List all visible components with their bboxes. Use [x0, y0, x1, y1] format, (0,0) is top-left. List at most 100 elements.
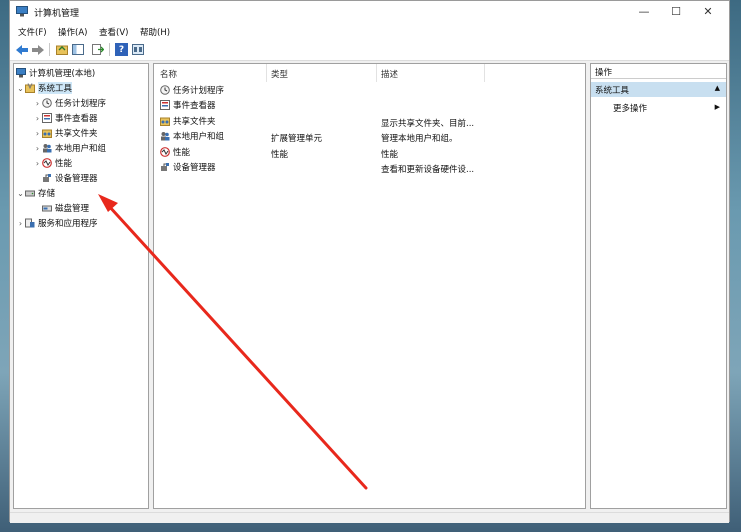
- chevron-down-icon[interactable]: ⌄: [16, 189, 25, 198]
- performance-icon: [160, 147, 170, 157]
- up-folder-icon[interactable]: [55, 43, 68, 56]
- toolbar-separator: [109, 43, 110, 56]
- chevron-down-icon[interactable]: ⌄: [16, 84, 25, 93]
- show-tree-icon[interactable]: [71, 43, 84, 56]
- chevron-right-icon[interactable]: ›: [33, 144, 42, 153]
- item-name: 本地用户和组: [173, 132, 225, 142]
- tree-item-performance[interactable]: › 性能: [33, 156, 72, 170]
- tree-item-services-apps[interactable]: › 服务和应用程序: [16, 216, 98, 230]
- title-bar: 计算机管理 — ☐ ✕: [10, 1, 729, 23]
- users-icon: [161, 132, 170, 141]
- menu-help[interactable]: 帮助(H): [140, 26, 170, 38]
- toolbar-separator: [49, 43, 50, 56]
- submenu-arrow-icon[interactable]: ▶: [715, 103, 720, 111]
- shared-folder-icon: [42, 129, 52, 138]
- actions-section-system-tools[interactable]: 系统工具 ▲: [591, 82, 726, 97]
- tree-item-device-manager[interactable]: 设备管理器: [42, 171, 98, 185]
- tree-item-disk-management[interactable]: 磁盘管理: [42, 201, 89, 215]
- item-type: 扩展管理单元: [271, 134, 323, 144]
- actions-pane: 操作 系统工具 ▲ 更多操作 ▶: [590, 63, 727, 509]
- clock-icon: [160, 85, 170, 95]
- view-icon[interactable]: [131, 43, 144, 56]
- performance-icon: [42, 158, 52, 168]
- chevron-right-icon[interactable]: ›: [16, 219, 25, 228]
- list-item[interactable]: 本地用户和组: [160, 129, 224, 143]
- tree-item-shared-folders[interactable]: › 共享文件夹: [33, 126, 98, 140]
- item-name: 共享文件夹: [173, 117, 216, 127]
- item-name: 事件查看器: [173, 101, 216, 111]
- tree-item-root[interactable]: 计算机管理(本地): [16, 66, 95, 80]
- more-actions-item[interactable]: 更多操作: [613, 102, 647, 114]
- menu-action[interactable]: 操作(A): [58, 26, 87, 38]
- item-name: 性能: [173, 148, 191, 158]
- tools-icon: [25, 83, 35, 93]
- item-description: 管理本地用户和组。: [381, 134, 458, 144]
- item-description: 显示共享文件夹、目前...: [381, 119, 475, 129]
- maximize-button[interactable]: ☐: [662, 3, 690, 20]
- item-name: 设备管理器: [173, 163, 216, 173]
- tree-label: 服务和应用程序: [38, 219, 98, 229]
- clock-icon: [42, 98, 52, 108]
- list-item[interactable]: 设备管理器: [160, 160, 216, 174]
- chevron-right-icon[interactable]: ›: [33, 129, 42, 138]
- back-icon[interactable]: [15, 43, 28, 56]
- tree-label: 存储: [38, 189, 56, 199]
- item-description: 查看和更新设备硬件设...: [381, 165, 475, 175]
- column-divider[interactable]: [266, 64, 267, 82]
- tree-label: 设备管理器: [55, 174, 98, 184]
- column-header-type[interactable]: 类型: [271, 68, 288, 80]
- help-icon[interactable]: ?: [115, 43, 128, 56]
- chevron-right-icon[interactable]: ›: [33, 99, 42, 108]
- export-icon[interactable]: [91, 43, 104, 56]
- toolbar: ?: [10, 39, 729, 61]
- computer-management-icon: [16, 6, 28, 17]
- menu-view[interactable]: 查看(V): [99, 26, 128, 38]
- computer-management-window: 计算机管理 — ☐ ✕ 文件(F) 操作(A) 查看(V) 帮助(H) ? 计算…: [9, 0, 730, 523]
- actions-section-label: 系统工具: [595, 86, 630, 96]
- storage-icon: [25, 190, 35, 197]
- tree-label: 系统工具: [38, 82, 73, 94]
- tree-item-storage[interactable]: ⌄ 存储: [16, 186, 55, 200]
- item-description: 性能: [381, 150, 399, 160]
- tree-item-local-users[interactable]: › 本地用户和组: [33, 141, 106, 155]
- window-title: 计算机管理: [34, 9, 80, 19]
- tree-label: 性能: [55, 159, 73, 169]
- device-manager-icon: [43, 174, 51, 182]
- list-item[interactable]: 性能: [160, 145, 190, 159]
- device-manager-icon: [161, 163, 169, 171]
- details-list-pane: 名称 类型 描述 任务计划程序 事件查看器 共享文件夹 显示共享文件夹、目前..…: [153, 63, 586, 509]
- list-item[interactable]: 任务计划程序: [160, 83, 224, 97]
- more-actions-label: 更多操作: [613, 104, 648, 114]
- actions-header: 操作: [591, 64, 726, 79]
- chevron-right-icon[interactable]: ›: [33, 114, 42, 123]
- list-item[interactable]: 事件查看器: [160, 98, 216, 112]
- chevron-right-icon[interactable]: ›: [33, 159, 42, 168]
- column-divider[interactable]: [376, 64, 377, 82]
- tree-item-task-scheduler[interactable]: › 任务计划程序: [33, 96, 106, 110]
- shared-folder-icon: [160, 117, 170, 126]
- forward-icon[interactable]: [31, 43, 44, 56]
- tree-label: 本地用户和组: [55, 144, 107, 154]
- tree-label: 共享文件夹: [55, 129, 98, 139]
- tree-item-system-tools[interactable]: ⌄ 系统工具: [16, 81, 73, 95]
- disk-icon: [42, 205, 52, 212]
- computer-management-icon: [16, 68, 26, 78]
- menu-file[interactable]: 文件(F): [18, 26, 47, 38]
- services-icon: [25, 218, 35, 228]
- column-header-description[interactable]: 描述: [381, 68, 398, 80]
- column-divider[interactable]: [484, 64, 485, 82]
- item-name: 任务计划程序: [173, 86, 225, 96]
- tree-label: 磁盘管理: [55, 204, 90, 214]
- event-viewer-icon: [42, 113, 52, 123]
- users-icon: [43, 144, 52, 153]
- column-header-name[interactable]: 名称: [160, 68, 177, 80]
- tree-item-event-viewer[interactable]: › 事件查看器: [33, 111, 98, 125]
- tree-label: 事件查看器: [55, 114, 98, 124]
- item-type: 性能: [271, 150, 289, 160]
- close-button[interactable]: ✕: [694, 3, 722, 20]
- tree-label: 任务计划程序: [55, 99, 107, 109]
- list-item[interactable]: 共享文件夹: [160, 114, 216, 128]
- minimize-button[interactable]: —: [630, 3, 658, 20]
- collapse-icon[interactable]: ▲: [715, 84, 720, 92]
- column-header-row: 名称 类型 描述: [154, 64, 585, 82]
